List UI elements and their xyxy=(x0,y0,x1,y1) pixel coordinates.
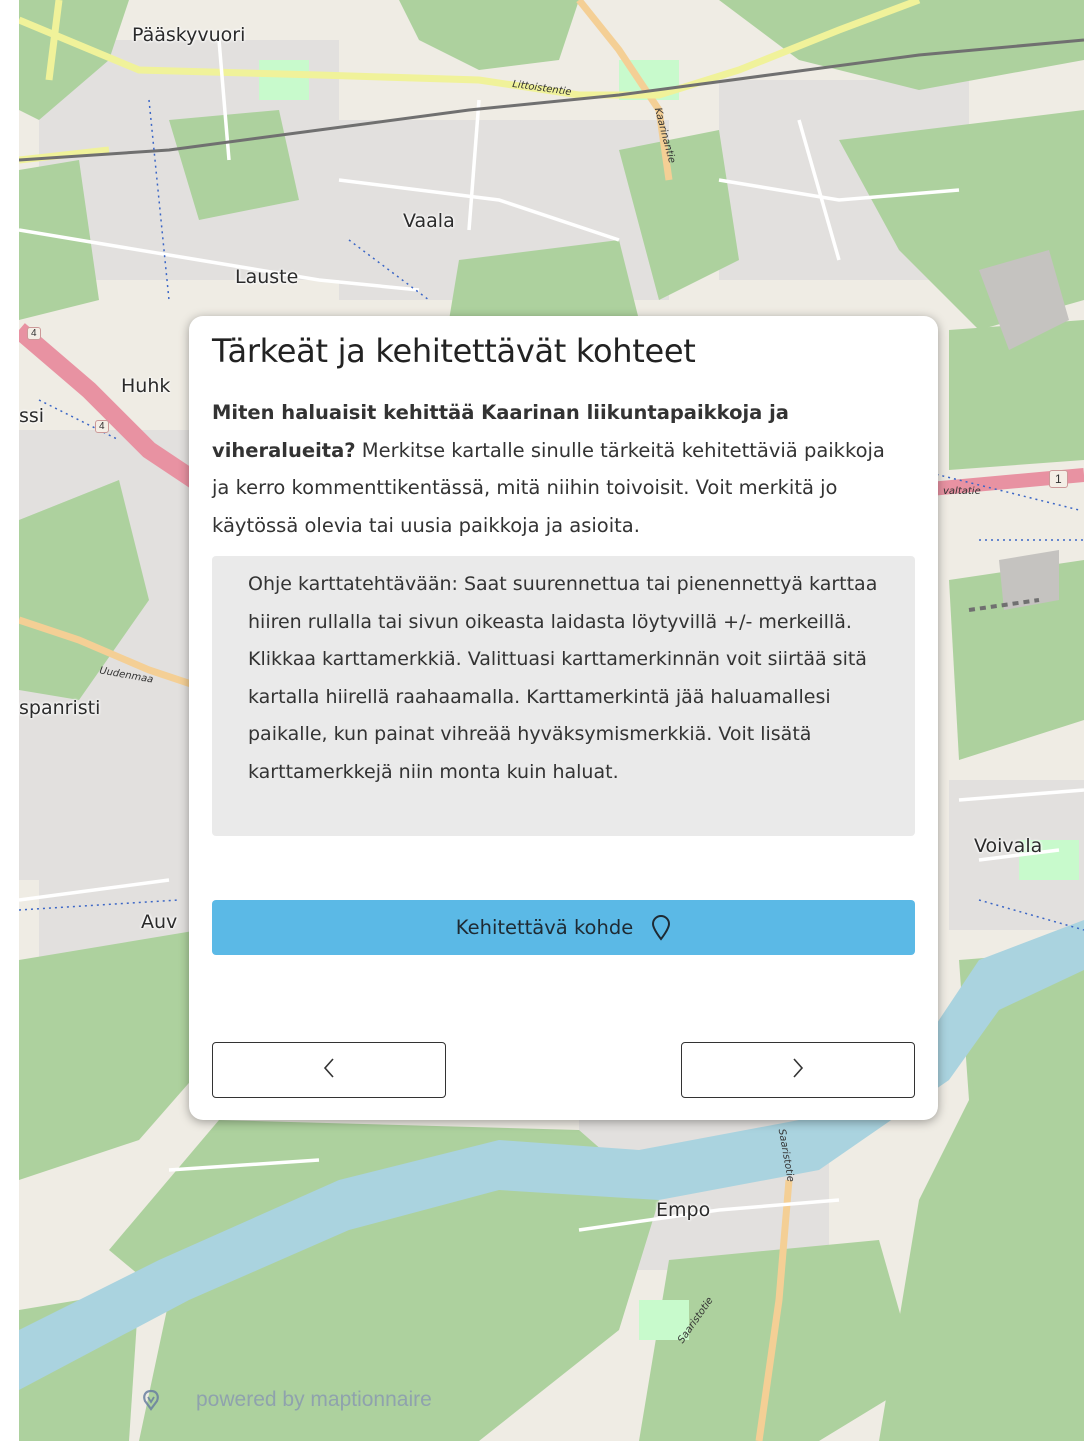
road-shield-4b: 4 xyxy=(95,420,109,433)
maptionnaire-logo-icon xyxy=(140,1389,162,1411)
road-shield-4a: 4 xyxy=(27,327,41,340)
powered-by-text: powered by maptionnaire xyxy=(196,1388,432,1411)
road-label-valtatie: valtatie xyxy=(943,486,981,497)
place-label-empo: Empo xyxy=(656,1199,711,1221)
previous-button[interactable] xyxy=(212,1042,446,1098)
place-label-huhk: Huhk xyxy=(121,375,171,397)
powered-by-footer[interactable]: powered by maptionnaire xyxy=(140,1388,432,1412)
place-label-spanristi: spanristi xyxy=(19,697,101,719)
chevron-left-icon xyxy=(322,1056,336,1085)
instructions-text: Ohje karttatehtävään: Saat suurennettua … xyxy=(248,573,878,783)
instructions-box: Ohje karttatehtävään: Saat suurennettua … xyxy=(212,556,915,836)
road-shield-1: 1 xyxy=(1049,470,1068,488)
task-dialog: Tärkeät ja kehitettävät kohteet Miten ha… xyxy=(189,316,938,1120)
place-label-lauste: Lauste xyxy=(235,266,299,288)
dialog-title: Tärkeät ja kehitettävät kohteet xyxy=(212,332,696,370)
place-label-ssi: ssi xyxy=(19,405,45,427)
place-label-voivala: Voivala xyxy=(974,835,1043,857)
add-marker-label: Kehitettävä kohde xyxy=(455,916,634,939)
map-pin-icon xyxy=(651,914,671,941)
dialog-intro: Miten haluaisit kehittää Kaarinan liikun… xyxy=(212,394,902,544)
next-button[interactable] xyxy=(681,1042,915,1098)
add-marker-button[interactable]: Kehitettävä kohde xyxy=(212,900,915,955)
place-label-paaskyvuori: Pääskyvuori xyxy=(132,24,246,46)
place-label-vaala: Vaala xyxy=(403,210,455,232)
chevron-right-icon xyxy=(791,1056,805,1085)
place-label-auv: Auv xyxy=(141,911,178,933)
